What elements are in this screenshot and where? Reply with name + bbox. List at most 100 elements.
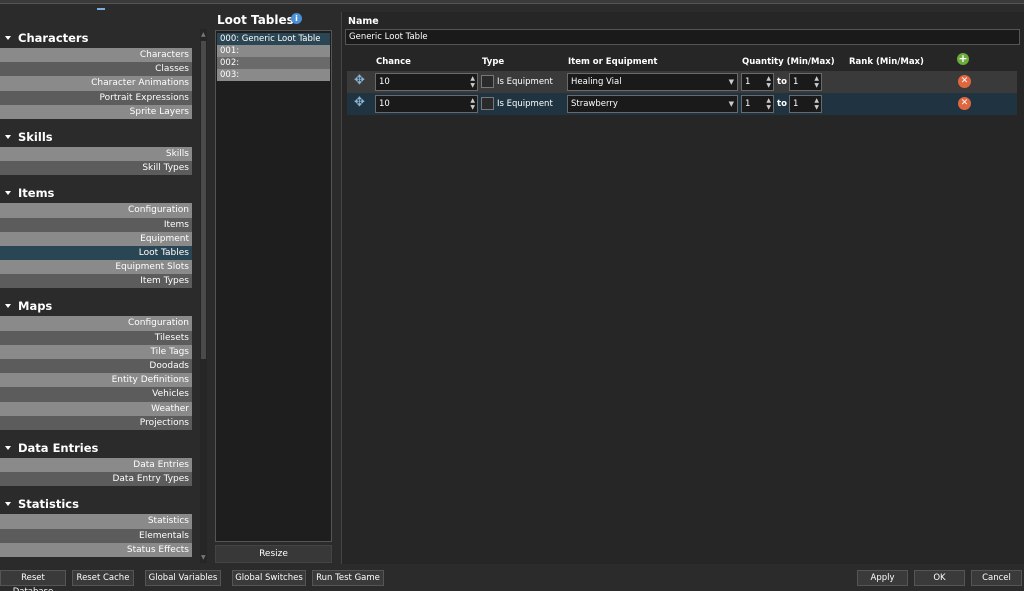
sidebar-item[interactable]: Configuration bbox=[0, 203, 192, 218]
name-label: Name bbox=[348, 16, 379, 27]
sidebar-item[interactable]: Items bbox=[0, 217, 192, 232]
sidebar-item[interactable]: Tile Tags bbox=[0, 344, 192, 359]
loot-entry-row: ✥ 10 ▲ ▼ Is Equipment Strawberry ▼ 1 ▲ ▼ t… bbox=[347, 93, 1017, 115]
sidebar: Characters Characters Classes Character Ani… bbox=[0, 28, 192, 566]
category-gap bbox=[0, 119, 192, 127]
sidebar-item[interactable]: Configuration bbox=[0, 316, 192, 331]
quantity-min-input[interactable]: 1 ▲ ▼ bbox=[741, 95, 774, 113]
quantity-max-input[interactable]: 1 ▲ ▼ bbox=[789, 73, 822, 91]
collapse-triangle-icon[interactable] bbox=[5, 445, 11, 450]
loot-table-row[interactable]: 001: bbox=[217, 45, 330, 57]
global-variables-button[interactable]: Global Variables bbox=[145, 570, 221, 586]
spinner-icon[interactable]: ▲ ▼ bbox=[814, 75, 819, 89]
sidebar-item[interactable]: Elementals bbox=[0, 528, 192, 543]
is-equipment-checkbox[interactable] bbox=[481, 97, 494, 110]
category-header[interactable]: Data Entries bbox=[0, 438, 192, 458]
quantity-to-label: to bbox=[777, 99, 787, 109]
sidebar-item[interactable]: Characters bbox=[0, 48, 192, 63]
collapse-triangle-icon[interactable] bbox=[5, 134, 11, 139]
quantity-max-input[interactable]: 1 ▲ ▼ bbox=[789, 95, 822, 113]
spinner-icon[interactable]: ▲ ▼ bbox=[766, 75, 771, 89]
spinner-icon[interactable]: ▲ ▼ bbox=[814, 97, 819, 111]
add-entry-icon[interactable]: + bbox=[957, 53, 969, 65]
sidebar-item[interactable]: Tilesets bbox=[0, 330, 192, 345]
sidebar-item[interactable]: Item Types bbox=[0, 274, 192, 289]
collapse-triangle-icon[interactable] bbox=[5, 304, 11, 309]
item-select[interactable]: Strawberry ▼ bbox=[567, 95, 738, 113]
category-header[interactable]: Maps bbox=[0, 296, 192, 316]
sidebar-item[interactable]: Sprite Layers bbox=[0, 104, 192, 119]
resize-button[interactable]: Resize bbox=[215, 545, 332, 563]
sidebar-item[interactable]: Entity Definitions bbox=[0, 373, 192, 388]
category-header[interactable]: Statistics bbox=[0, 494, 192, 514]
collapse-triangle-icon[interactable] bbox=[5, 502, 11, 507]
delete-entry-icon[interactable]: ✕ bbox=[958, 97, 971, 110]
sidebar-item[interactable]: Status Effects bbox=[0, 542, 192, 557]
global-switches-button[interactable]: Global Switches bbox=[232, 570, 306, 586]
sidebar-item[interactable]: Character Animations bbox=[0, 76, 192, 91]
reset-database-button[interactable]: Reset Database bbox=[0, 570, 66, 591]
drag-handle-icon[interactable]: ✥ bbox=[354, 74, 366, 87]
sidebar-item[interactable]: Loot Tables bbox=[0, 245, 192, 261]
category-header[interactable]: Characters bbox=[0, 28, 192, 48]
loot-entry-row: ✥ 10 ▲ ▼ Is Equipment Healing Vial ▼ 1 ▲ ▼… bbox=[347, 71, 1017, 93]
column-header-type: Type bbox=[482, 57, 505, 67]
info-icon[interactable]: i bbox=[291, 13, 302, 24]
category-header[interactable]: Enemies bbox=[0, 565, 192, 566]
quantity-min-value: 1 bbox=[745, 77, 751, 87]
scrollbar-thumb[interactable] bbox=[201, 41, 206, 359]
sidebar-scrollbar[interactable]: ▲ ▼ bbox=[200, 29, 207, 563]
sidebar-item[interactable]: Skills bbox=[0, 146, 192, 162]
sidebar-item[interactable]: Classes bbox=[0, 62, 192, 77]
category-label: Statistics bbox=[18, 497, 79, 512]
sidebar-item[interactable]: Vehicles bbox=[0, 387, 192, 402]
delete-entry-icon[interactable]: ✕ bbox=[958, 75, 971, 88]
sidebar-item[interactable]: Data Entry Types bbox=[0, 472, 192, 487]
sidebar-item[interactable]: Skill Types bbox=[0, 161, 192, 176]
spinner-icon[interactable]: ▲ ▼ bbox=[766, 97, 771, 111]
is-equipment-checkbox[interactable] bbox=[481, 75, 494, 88]
chance-input[interactable]: 10 ▲ ▼ bbox=[375, 73, 478, 91]
spinner-icon[interactable]: ▲ ▼ bbox=[470, 75, 475, 89]
sidebar-item[interactable]: Equipment Slots bbox=[0, 260, 192, 275]
scroll-down-icon[interactable]: ▼ bbox=[201, 554, 206, 561]
sidebar-item[interactable]: Equipment bbox=[0, 231, 192, 246]
item-select[interactable]: Healing Vial ▼ bbox=[567, 73, 738, 91]
name-input[interactable]: Generic Loot Table bbox=[345, 29, 1020, 45]
is-equipment-label: Is Equipment bbox=[497, 99, 553, 109]
category-header[interactable]: Items bbox=[0, 183, 192, 203]
sidebar-item[interactable]: Portrait Expressions bbox=[0, 90, 192, 105]
sidebar-item[interactable]: Doodads bbox=[0, 359, 192, 374]
item-value: Strawberry bbox=[571, 99, 618, 109]
sidebar-item[interactable]: Weather bbox=[0, 401, 192, 416]
sidebar-item[interactable]: Data Entries bbox=[0, 457, 192, 473]
minimize-icon[interactable] bbox=[97, 8, 105, 10]
quantity-min-input[interactable]: 1 ▲ ▼ bbox=[741, 73, 774, 91]
scroll-up-icon[interactable]: ▲ bbox=[201, 31, 206, 38]
collapse-triangle-icon[interactable] bbox=[5, 36, 11, 40]
loot-table-row[interactable]: 002: bbox=[217, 57, 330, 69]
category-label: Data Entries bbox=[18, 440, 99, 455]
drag-handle-icon[interactable]: ✥ bbox=[354, 96, 366, 109]
sidebar-item[interactable]: Statistics bbox=[0, 514, 192, 529]
ok-button[interactable]: OK bbox=[914, 570, 965, 586]
chance-input[interactable]: 10 ▲ ▼ bbox=[375, 95, 478, 113]
category-header[interactable]: Skills bbox=[0, 127, 192, 147]
chance-value: 10 bbox=[379, 99, 390, 109]
run-test-game-button[interactable]: Run Test Game bbox=[312, 570, 384, 586]
loot-table-row[interactable]: 000: Generic Loot Table bbox=[217, 33, 330, 45]
collapse-triangle-icon[interactable] bbox=[5, 191, 11, 196]
category-label: Skills bbox=[18, 129, 53, 144]
category-gap bbox=[0, 430, 192, 438]
spinner-icon[interactable]: ▲ ▼ bbox=[470, 97, 475, 111]
chevron-down-icon: ▼ bbox=[728, 100, 734, 108]
loot-table-row[interactable]: 003: bbox=[217, 69, 330, 81]
apply-button[interactable]: Apply bbox=[857, 570, 908, 586]
category-gap bbox=[0, 288, 192, 296]
reset-cache-button[interactable]: Reset Cache bbox=[72, 570, 134, 586]
cancel-button[interactable]: Cancel bbox=[971, 570, 1022, 586]
category-gap bbox=[0, 486, 192, 494]
quantity-to-label: to bbox=[777, 77, 787, 87]
sidebar-item[interactable]: Projections bbox=[0, 415, 192, 430]
is-equipment-label: Is Equipment bbox=[497, 77, 553, 87]
